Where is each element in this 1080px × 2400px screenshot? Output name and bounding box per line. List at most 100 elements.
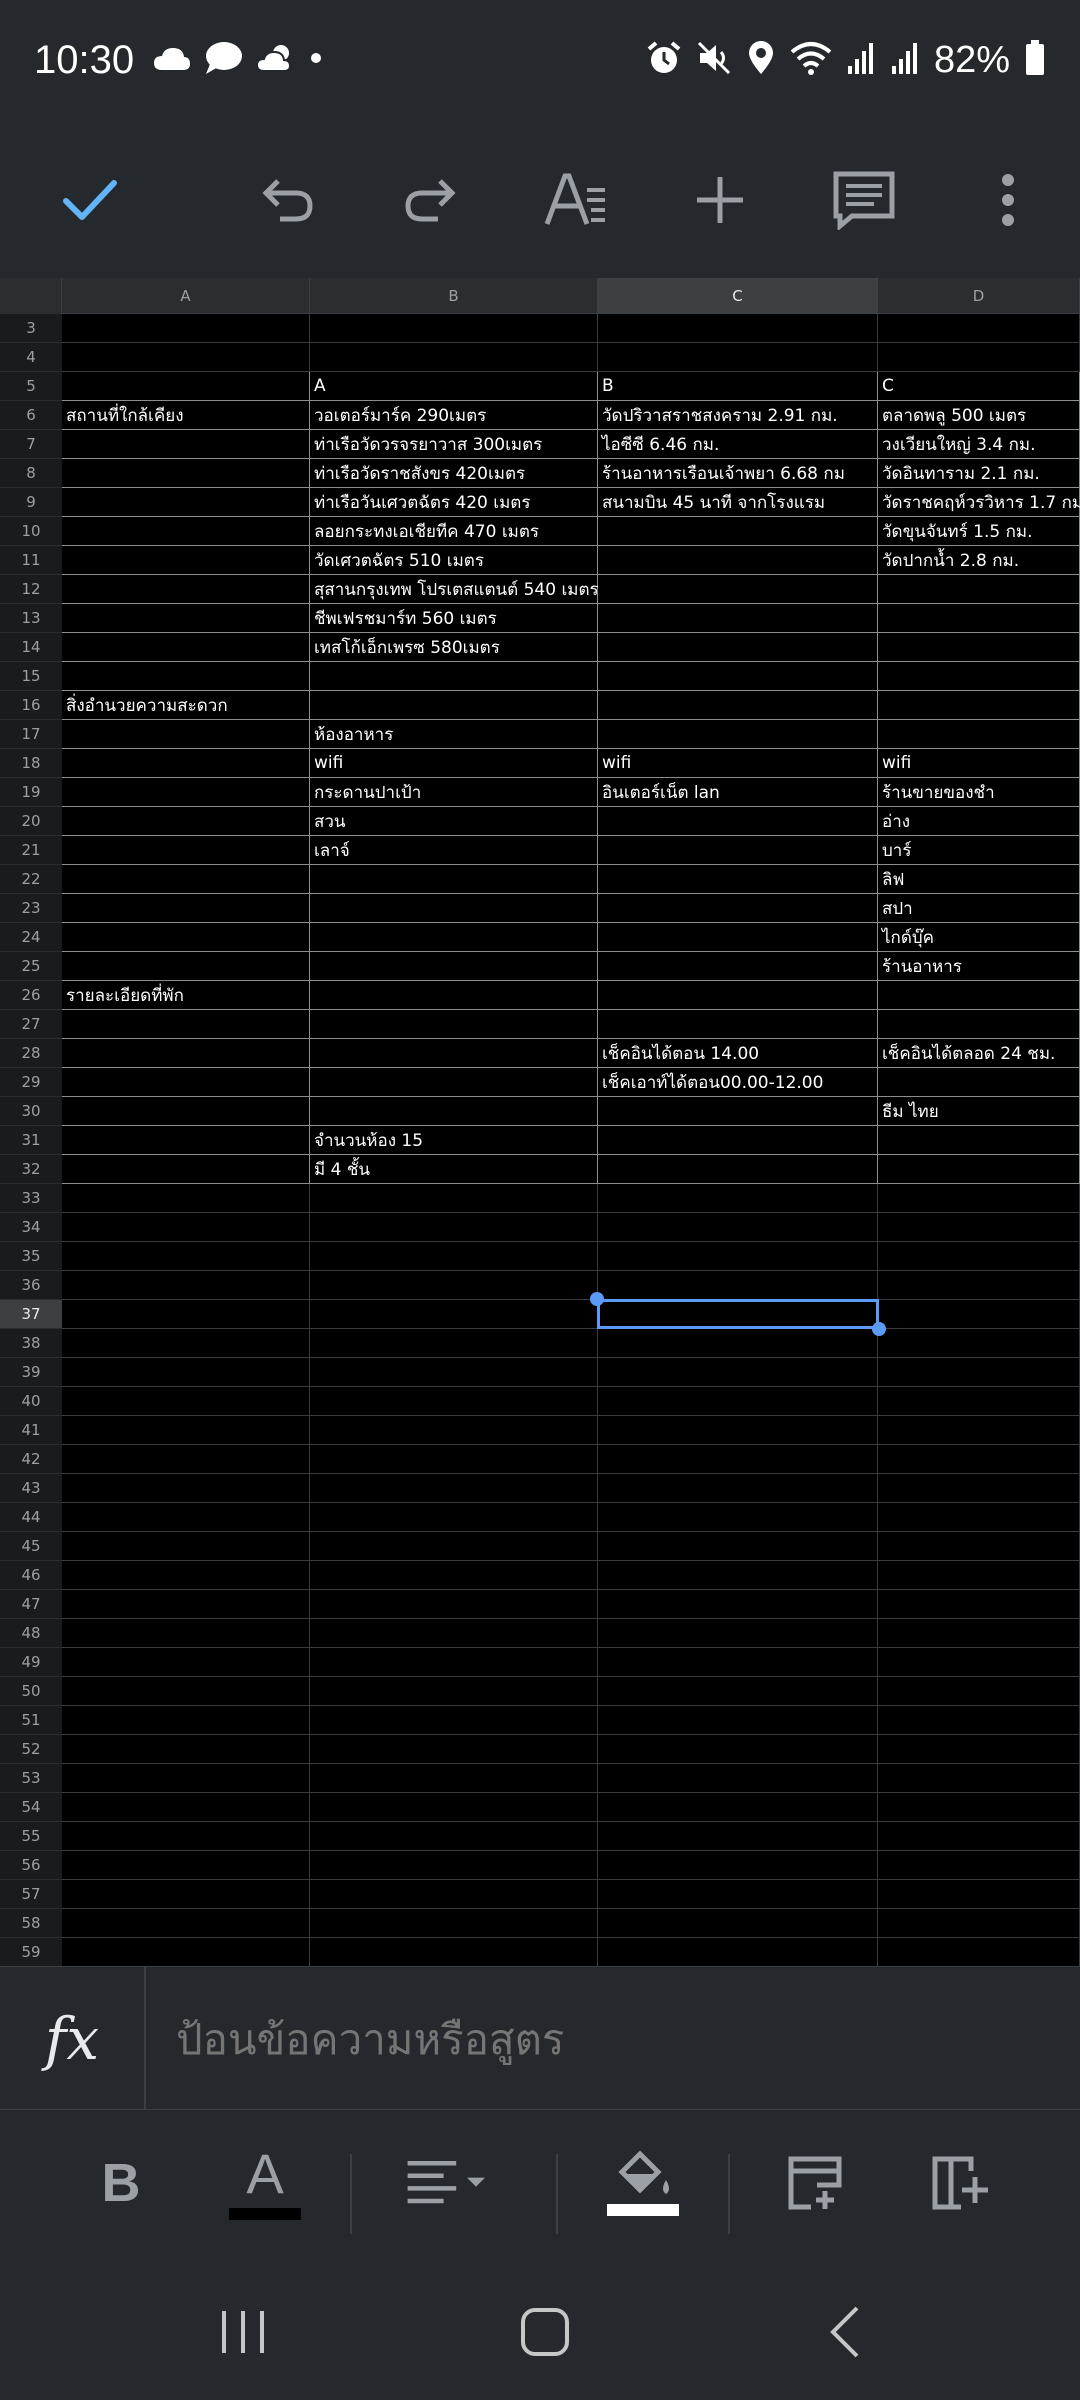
row-header[interactable]: 33 [0,1184,62,1213]
cell-b48[interactable] [310,1619,598,1648]
cell-a8[interactable] [62,459,310,488]
cell-d34[interactable] [878,1213,1080,1242]
cell-c16[interactable] [598,691,878,720]
row-header[interactable]: 40 [0,1387,62,1416]
cell-a24[interactable] [62,923,310,952]
cell-a14[interactable] [62,633,310,662]
cell-c22[interactable] [598,865,878,894]
cell-b17[interactable]: ห้องอาหาร [310,720,598,749]
row-header[interactable]: 38 [0,1329,62,1358]
cell-c6[interactable]: วัดปริวาสราชสงคราม 2.91 กม. [598,401,878,430]
redo-button[interactable] [390,160,470,240]
cell-d52[interactable] [878,1735,1080,1764]
comment-button[interactable] [824,160,904,240]
cell-d50[interactable] [878,1677,1080,1706]
cell-d28[interactable]: เช็คอินได้ตลอด 24 ชม. [878,1039,1080,1068]
cell-a17[interactable] [62,720,310,749]
cell-d9[interactable]: วัดราชคฤห์วรวิหาร 1.7 กม [878,488,1080,517]
cell-a43[interactable] [62,1474,310,1503]
cell-b32[interactable]: มี 4 ชั้น [310,1155,598,1184]
cell-a59[interactable] [62,1938,310,1966]
cell-c57[interactable] [598,1880,878,1909]
row-header[interactable]: 43 [0,1474,62,1503]
row-header[interactable]: 14 [0,633,62,662]
cell-d45[interactable] [878,1532,1080,1561]
cell-c34[interactable] [598,1213,878,1242]
cell-b4[interactable] [310,343,598,372]
row-header[interactable]: 51 [0,1706,62,1735]
cell-c35[interactable] [598,1242,878,1271]
cell-d22[interactable]: ลิฟ [878,865,1080,894]
cell-a49[interactable] [62,1648,310,1677]
cell-d7[interactable]: วงเวียนใหญ่ 3.4 กม. [878,430,1080,459]
cell-b51[interactable] [310,1706,598,1735]
cell-a11[interactable] [62,546,310,575]
row-header[interactable]: 7 [0,430,62,459]
cell-c54[interactable] [598,1793,878,1822]
cell-c48[interactable] [598,1619,878,1648]
cell-b53[interactable] [310,1764,598,1793]
row-header[interactable]: 28 [0,1039,62,1068]
cell-c49[interactable] [598,1648,878,1677]
cell-a53[interactable] [62,1764,310,1793]
cell-c42[interactable] [598,1445,878,1474]
row-header[interactable]: 58 [0,1909,62,1938]
cell-b31[interactable]: จำนวนห้อง 15 [310,1126,598,1155]
cell-c28[interactable]: เช็คอินได้ตอน 14.00 [598,1039,878,1068]
cell-d36[interactable] [878,1271,1080,1300]
cell-d31[interactable] [878,1126,1080,1155]
cell-d23[interactable]: สปา [878,894,1080,923]
cell-c18[interactable]: wifi [598,749,878,778]
cell-d54[interactable] [878,1793,1080,1822]
cell-b9[interactable]: ท่าเรือวันเศวตฉัตร 420 เมตร [310,488,598,517]
undo-button[interactable] [248,160,328,240]
cell-c24[interactable] [598,923,878,952]
cell-d42[interactable] [878,1445,1080,1474]
cell-b44[interactable] [310,1503,598,1532]
cell-b11[interactable]: วัดเศวตฉัตร 510 เมตร [310,546,598,575]
insert-row-button[interactable] [770,2143,860,2223]
cell-a33[interactable] [62,1184,310,1213]
cell-a15[interactable] [62,662,310,691]
cell-c8[interactable]: ร้านอาหารเรือนเจ้าพยา 6.68 กม [598,459,878,488]
cell-b22[interactable] [310,865,598,894]
row-header[interactable]: 57 [0,1880,62,1909]
text-color-button[interactable]: A [220,2143,310,2223]
row-header[interactable]: 54 [0,1793,62,1822]
row-header[interactable]: 36 [0,1271,62,1300]
cell-a31[interactable] [62,1126,310,1155]
cell-d12[interactable] [878,575,1080,604]
row-header[interactable]: 49 [0,1648,62,1677]
row-header[interactable]: 52 [0,1735,62,1764]
cell-a42[interactable] [62,1445,310,1474]
cell-a3[interactable] [62,314,310,343]
cell-d33[interactable] [878,1184,1080,1213]
row-header[interactable]: 27 [0,1010,62,1039]
cell-c52[interactable] [598,1735,878,1764]
cell-d38[interactable] [878,1329,1080,1358]
cell-a18[interactable] [62,749,310,778]
selection-handle-end[interactable] [872,1322,886,1336]
cell-a13[interactable] [62,604,310,633]
cell-b38[interactable] [310,1329,598,1358]
cell-a40[interactable] [62,1387,310,1416]
row-header[interactable]: 23 [0,894,62,923]
cell-c21[interactable] [598,836,878,865]
cell-c7[interactable]: ไอซีซี 6.46 กม. [598,430,878,459]
cell-c36[interactable] [598,1271,878,1300]
cell-c9[interactable]: สนามบิน 45 นาที จากโรงแรม [598,488,878,517]
cell-c46[interactable] [598,1561,878,1590]
row-header[interactable]: 13 [0,604,62,633]
row-header[interactable]: 45 [0,1532,62,1561]
row-header[interactable]: 24 [0,923,62,952]
row-header[interactable]: 11 [0,546,62,575]
row-header[interactable]: 20 [0,807,62,836]
cell-b49[interactable] [310,1648,598,1677]
cell-b55[interactable] [310,1822,598,1851]
cell-c32[interactable] [598,1155,878,1184]
cell-d29[interactable] [878,1068,1080,1097]
cell-b34[interactable] [310,1213,598,1242]
cell-b39[interactable] [310,1358,598,1387]
cell-d18[interactable]: wifi [878,749,1080,778]
bold-button[interactable]: B [76,2143,166,2223]
